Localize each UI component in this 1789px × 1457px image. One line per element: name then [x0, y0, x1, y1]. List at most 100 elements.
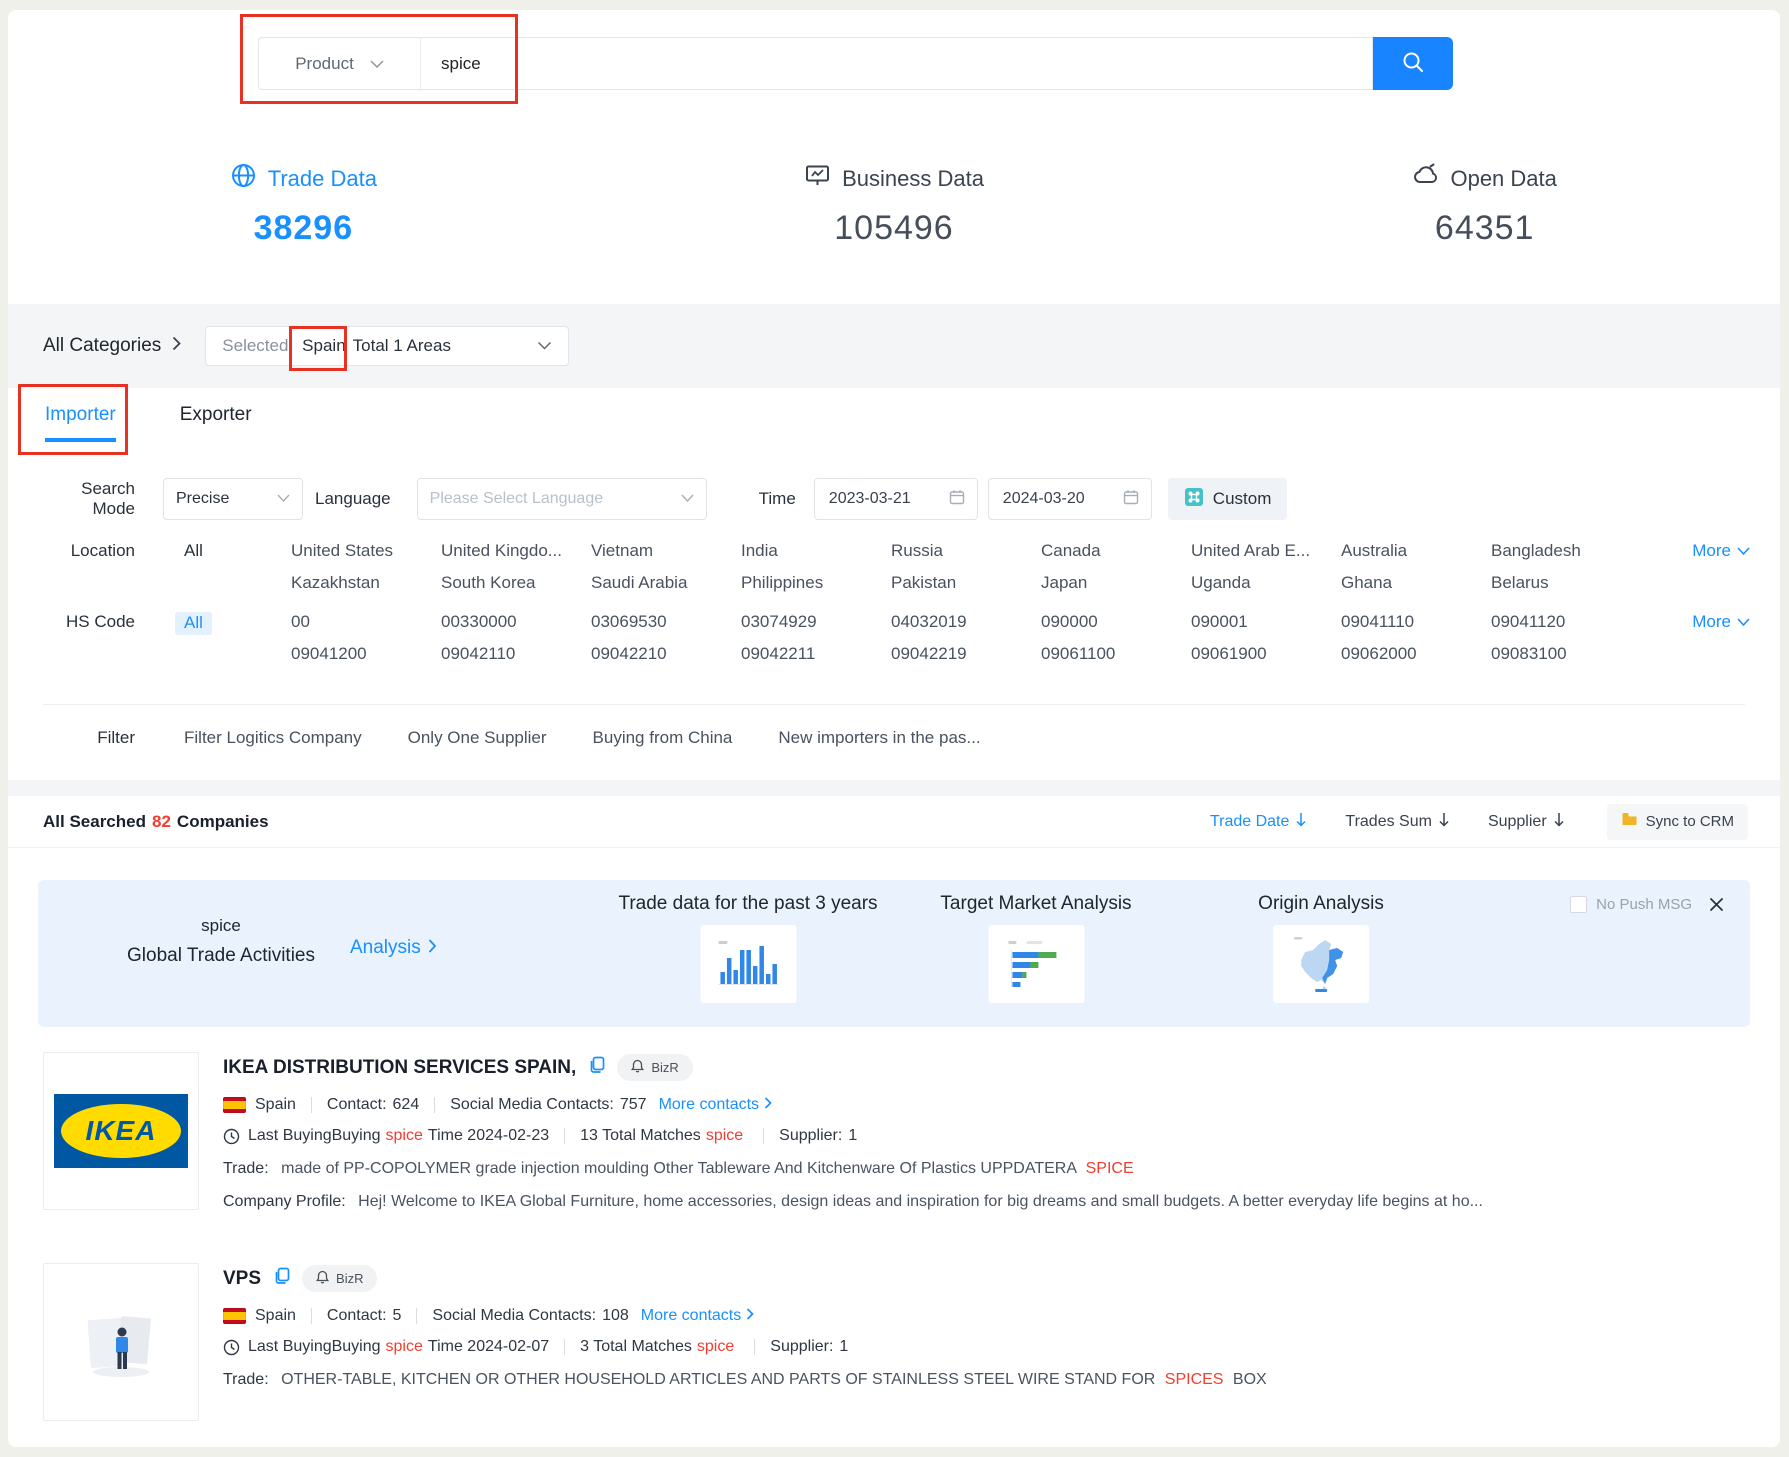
results-suffix: Companies [177, 812, 269, 832]
hs-code-item[interactable]: 09042211 [741, 644, 891, 664]
hs-code-item[interactable]: 09041120 [1491, 612, 1641, 632]
location-item[interactable]: Vietnam [591, 541, 741, 561]
filter-option-logistics[interactable]: Filter Logitics Company [184, 728, 362, 748]
location-item[interactable]: Uganda [1191, 573, 1341, 593]
filter-option-new-importers[interactable]: New importers in the pas... [778, 728, 980, 748]
stat-open-data[interactable]: Open Data 64351 [1189, 162, 1780, 304]
bar-chart-thumbnail-icon [700, 925, 796, 1003]
profile-label: Company Profile: [223, 1193, 346, 1210]
sort-trades-sum[interactable]: Trades Sum [1345, 812, 1450, 832]
location-item[interactable]: Canada [1041, 541, 1191, 561]
hs-code-item[interactable]: 09042110 [441, 644, 591, 664]
sort-label: Trades Sum [1345, 813, 1432, 831]
divider [564, 1128, 565, 1144]
filter-option-one-supplier[interactable]: Only One Supplier [408, 728, 547, 748]
tab-importer[interactable]: Importer [45, 404, 116, 442]
search-input[interactable] [421, 54, 1372, 74]
results-count: 82 [152, 812, 171, 832]
stat-trade-data[interactable]: Trade Data 38296 [8, 162, 599, 304]
panel-divider [43, 704, 1745, 705]
sync-to-crm-button[interactable]: Sync to CRM [1607, 804, 1748, 840]
profile-line: Company Profile: Hej! Welcome to IKEA Gl… [223, 1193, 1745, 1211]
sort-supplier[interactable]: Supplier [1488, 812, 1565, 832]
results-prefix: All Searched [43, 812, 146, 832]
hs-code-item[interactable]: 09041200 [291, 644, 441, 664]
location-all[interactable]: All [135, 541, 291, 561]
language-label: Language [315, 489, 391, 509]
location-item[interactable]: Japan [1041, 573, 1191, 593]
clock-icon [223, 1128, 240, 1145]
search-mode-select[interactable]: Precise [163, 478, 303, 520]
location-item[interactable]: Belarus [1491, 573, 1641, 593]
hs-code-item[interactable]: 090000 [1041, 612, 1191, 632]
hs-code-item[interactable]: 04032019 [891, 612, 1041, 632]
hs-code-item[interactable]: 09062000 [1341, 644, 1491, 664]
no-push-label: No Push MSG [1596, 896, 1692, 913]
hs-code-item[interactable]: 09061900 [1191, 644, 1341, 664]
location-item[interactable]: South Korea [441, 573, 591, 593]
hs-code-item[interactable]: 09042210 [591, 644, 741, 664]
analysis-link[interactable]: Analysis [350, 937, 437, 959]
sort-label: Trade Date [1210, 813, 1289, 831]
search-button[interactable] [1373, 37, 1453, 90]
language-select[interactable]: Please Select Language [417, 478, 707, 520]
more-contacts-link[interactable]: More contacts [641, 1307, 754, 1325]
custom-time-button[interactable]: Custom [1168, 478, 1288, 520]
company-name[interactable]: VPS [223, 1268, 261, 1290]
copy-icon[interactable] [588, 1056, 605, 1079]
date-start-input[interactable]: 2023-03-21 [814, 478, 978, 520]
banner-card-target-market[interactable]: Target Market Analysis [940, 893, 1131, 1003]
bizr-badge[interactable]: BizR [617, 1054, 692, 1081]
divider [416, 1308, 417, 1324]
location-more-link[interactable]: More [1641, 541, 1780, 561]
stat-value: 64351 [1435, 209, 1535, 248]
location-item[interactable]: India [741, 541, 891, 561]
date-end-input[interactable]: 2024-03-20 [988, 478, 1152, 520]
more-label: More [1692, 612, 1731, 632]
location-item[interactable]: Russia [891, 541, 1041, 561]
location-row: Location All United StatesKazakhstan Uni… [8, 541, 1780, 593]
hs-code-all[interactable]: All [175, 612, 212, 635]
hs-code-item[interactable]: 09042219 [891, 644, 1041, 664]
copy-icon[interactable] [273, 1267, 290, 1290]
location-item[interactable]: Australia [1341, 541, 1491, 561]
search-category-dropdown[interactable]: Product [259, 38, 421, 89]
location-item[interactable]: Philippines [741, 573, 891, 593]
location-item[interactable]: United Arab E... [1191, 541, 1341, 561]
hs-code-item[interactable]: 03074929 [741, 612, 891, 632]
tab-exporter[interactable]: Exporter [180, 404, 252, 442]
close-icon[interactable] [1709, 897, 1724, 912]
location-item[interactable]: United Kingdo... [441, 541, 591, 561]
location-item[interactable]: United States [291, 541, 441, 561]
hs-code-item[interactable]: 09083100 [1491, 644, 1641, 664]
company-logo[interactable]: IKEA [43, 1052, 199, 1210]
hs-code-item[interactable]: 09061100 [1041, 644, 1191, 664]
filter-option-buying-from-china[interactable]: Buying from China [593, 728, 733, 748]
location-item[interactable]: Bangladesh [1491, 541, 1641, 561]
hs-code-item[interactable]: 00 [291, 612, 441, 632]
banner-card-label: Target Market Analysis [940, 893, 1131, 915]
banner-card-trade-data[interactable]: Trade data for the past 3 years [618, 893, 877, 1003]
selected-areas-dropdown[interactable]: Selected: Spain Total 1 Areas [205, 326, 569, 366]
location-item[interactable]: Ghana [1341, 573, 1491, 593]
location-item[interactable]: Pakistan [891, 573, 1041, 593]
analysis-label: Analysis [350, 937, 421, 959]
all-categories-link[interactable]: All Categories [43, 335, 181, 357]
no-push-control: No Push MSG [1570, 896, 1724, 913]
company-name[interactable]: IKEA DISTRIBUTION SERVICES SPAIN, [223, 1057, 576, 1079]
more-contacts-link[interactable]: More contacts [659, 1096, 772, 1114]
location-item[interactable]: Kazakhstan [291, 573, 441, 593]
stat-business-data[interactable]: Business Data 105496 [599, 162, 1190, 304]
hs-code-item[interactable]: 09041110 [1341, 612, 1491, 632]
hs-code-item[interactable]: 090001 [1191, 612, 1341, 632]
hs-code-more-link[interactable]: More [1641, 612, 1780, 632]
hs-code-item[interactable]: 00330000 [441, 612, 591, 632]
no-push-checkbox[interactable] [1570, 896, 1587, 913]
banner-card-origin[interactable]: Origin Analysis [1258, 893, 1384, 1003]
bizr-badge[interactable]: BizR [302, 1265, 377, 1292]
sort-trade-date[interactable]: Trade Date [1210, 812, 1307, 832]
hs-code-item[interactable]: 03069530 [591, 612, 741, 632]
location-item[interactable]: Saudi Arabia [591, 573, 741, 593]
company-logo[interactable] [43, 1263, 199, 1421]
more-contacts-label: More contacts [641, 1307, 741, 1325]
